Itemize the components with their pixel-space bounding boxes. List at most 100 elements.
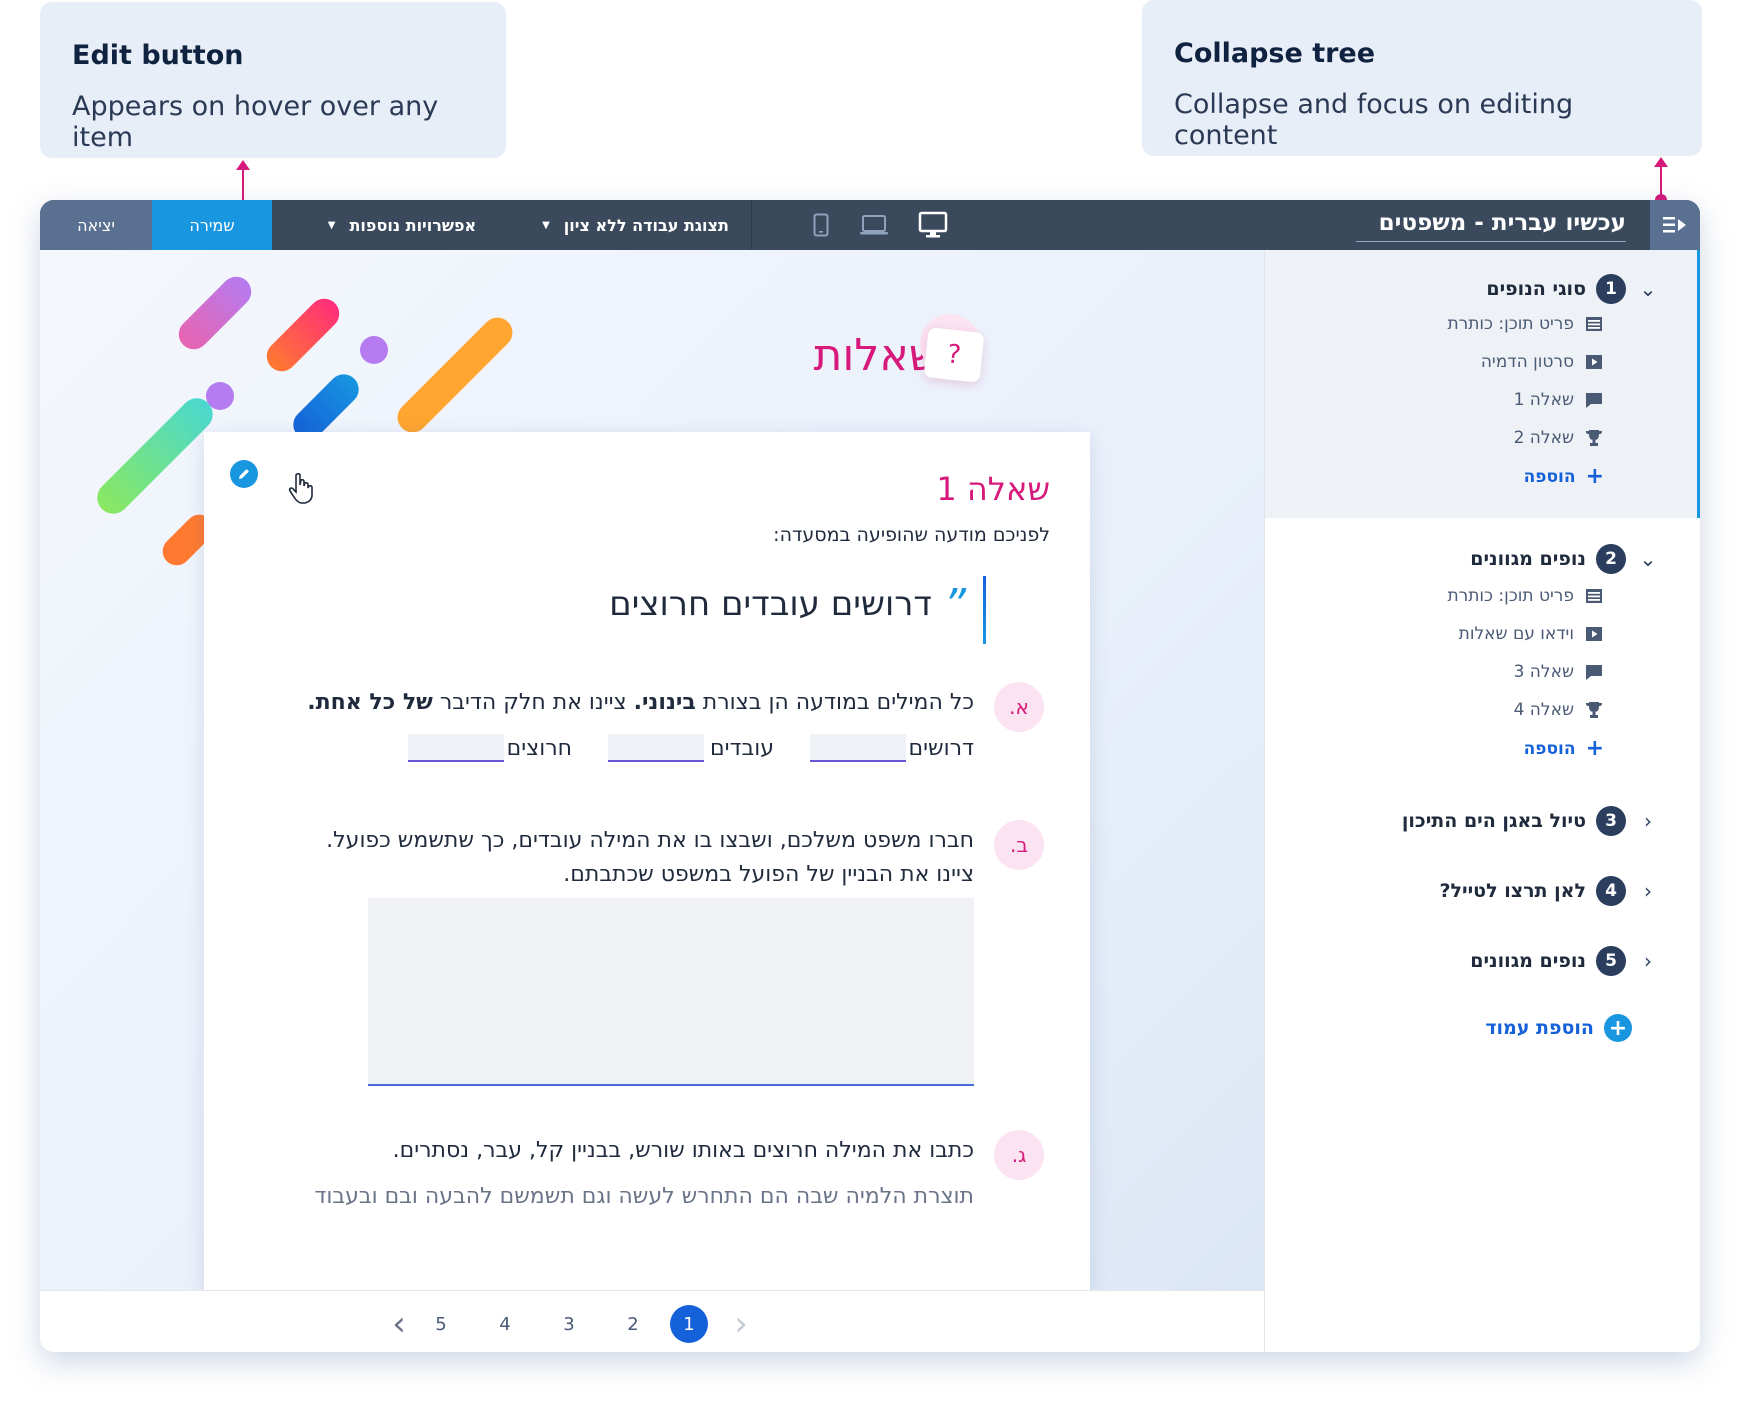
- chevron-down-icon[interactable]: ⌄: [1636, 547, 1660, 571]
- section-title: נופים מגוונים: [1470, 548, 1586, 570]
- tree-item[interactable]: שאלה 3: [1514, 662, 1604, 682]
- page-number[interactable]: 2: [614, 1305, 652, 1343]
- page-heading: שאלות: [813, 330, 941, 381]
- text-block-icon: [1584, 586, 1604, 606]
- answer-textarea[interactable]: [368, 898, 974, 1086]
- sub-question-text-part: כל המילים במודעה הן בצורת: [695, 690, 974, 715]
- page-number[interactable]: 3: [550, 1305, 588, 1343]
- question-mark-glyph: ?: [945, 339, 963, 371]
- edit-button[interactable]: [230, 460, 258, 488]
- desktop-icon[interactable]: [908, 200, 958, 250]
- tree-item[interactable]: וידאו עם שאלות: [1459, 624, 1604, 644]
- tree-section[interactable]: ‹ 4 לאן תרצו לטייל?: [1439, 876, 1660, 906]
- plus-circle-icon: +: [1604, 1014, 1632, 1042]
- tree-item-label: שאלה 2: [1513, 428, 1574, 448]
- question-title: שאלה 1: [936, 470, 1050, 508]
- sub-question-text: תוצרת הלמיה שבה הם התחרש לעשה וגם תשמשם …: [314, 1184, 974, 1209]
- tree-item-label: שאלה 1: [1513, 390, 1574, 410]
- save-label: שמירה: [189, 215, 235, 235]
- tree-section[interactable]: ‹ 5 נופים מגוונים: [1470, 946, 1660, 976]
- tree-item[interactable]: פריט תוכן: כותרת: [1447, 314, 1604, 334]
- tree-section[interactable]: ‹ 3 טיול באגן הים התיכון: [1402, 806, 1660, 836]
- view-mode-label: תצוגת עבודה ללא ציון: [563, 215, 729, 235]
- question-intro: לפניכם מודעה שהופיעה במסעדה:: [773, 524, 1050, 546]
- tree-item-label: פריט תוכן: כותרת: [1447, 314, 1574, 334]
- sub-question-badge: ב.: [994, 820, 1044, 870]
- caret-down-icon: ▼: [542, 219, 550, 231]
- decorative-dot: [360, 336, 388, 364]
- add-item-button[interactable]: + הוספה: [1524, 738, 1604, 760]
- tree-item[interactable]: סרטון הדמיה: [1481, 352, 1604, 372]
- question-mark-icon: ?: [923, 327, 985, 383]
- exit-label: יציאה: [77, 215, 115, 235]
- sub-question-badge: א.: [994, 682, 1044, 732]
- tree-item[interactable]: שאלה 2: [1514, 428, 1604, 448]
- answer-field[interactable]: [608, 734, 704, 762]
- more-options-label: אפשרויות נוספות: [349, 215, 477, 235]
- tree-item-label: וידאו עם שאלות: [1458, 624, 1574, 644]
- add-item-button[interactable]: + הוספה: [1524, 466, 1604, 488]
- callout-description: Collapse and focus on editing content: [1174, 89, 1574, 151]
- mobile-icon[interactable]: [804, 200, 838, 250]
- sub-question-bold-part: בינוני.: [633, 690, 696, 715]
- section-number: 2: [1596, 544, 1626, 574]
- trophy-icon: [1584, 428, 1604, 448]
- trophy-icon: [1584, 700, 1604, 720]
- question-card[interactable]: שאלה 1 לפניכם מודעה שהופיעה במסעדה: ” דר…: [204, 432, 1090, 1292]
- decorative-stroke: [90, 391, 220, 521]
- exit-button[interactable]: יציאה: [40, 200, 152, 250]
- section-number: 1: [1596, 274, 1626, 304]
- decorative-stroke: [260, 292, 346, 378]
- tree-item[interactable]: שאלה 1: [1514, 390, 1604, 410]
- tree-section[interactable]: ⌄ 2 נופים מגוונים: [1470, 544, 1660, 574]
- save-button[interactable]: שמירה: [152, 200, 272, 250]
- page-number-active[interactable]: 1: [670, 1305, 708, 1343]
- chevron-left-icon[interactable]: ‹: [1636, 879, 1660, 903]
- answer-field[interactable]: [810, 734, 906, 762]
- section-number: 3: [1596, 806, 1626, 836]
- word-label: דרושים: [908, 736, 974, 761]
- answer-field[interactable]: [408, 734, 504, 762]
- more-options-dropdown[interactable]: אפשרויות נוספות ▼: [302, 200, 502, 250]
- chevron-left-icon[interactable]: ‹: [1636, 809, 1660, 833]
- pencil-icon: [239, 469, 249, 479]
- sub-question-text: חברו משפט משלכם, ושבצו בו את המילה עובדי…: [326, 828, 974, 853]
- callout-title: Edit button: [72, 40, 244, 71]
- view-mode-dropdown[interactable]: תצוגת עבודה ללא ציון ▼: [520, 200, 752, 250]
- edit-button-callout: Edit button Appears on hover over any it…: [40, 2, 506, 158]
- collapse-tree-icon: [1663, 217, 1686, 233]
- tree-section[interactable]: ⌄ 1 סוגי הנופים: [1486, 274, 1660, 304]
- editor-window: יציאה שמירה אפשרויות נוספות ▼ תצוגת עבוד…: [40, 200, 1700, 1352]
- next-page-arrow[interactable]: ›: [722, 1304, 760, 1344]
- tree-item-label: סרטון הדמיה: [1480, 352, 1574, 372]
- document-title[interactable]: עכשיו עברית - משפטים: [1356, 208, 1626, 242]
- tree-item[interactable]: פריט תוכן: כותרת: [1447, 586, 1604, 606]
- plus-icon: +: [1585, 464, 1604, 489]
- laptop-icon[interactable]: [852, 200, 896, 250]
- word-label: חרוצים: [506, 736, 572, 761]
- sub-question-text-part: ציינו את חלק הדיבר: [432, 690, 634, 715]
- section-number: 5: [1596, 946, 1626, 976]
- add-page-button[interactable]: + הוספת עמוד: [1485, 1014, 1632, 1042]
- add-item-label: הוספה: [1523, 467, 1576, 487]
- sub-question-text: כל המילים במודעה הן בצורת בינוני. ציינו …: [307, 690, 974, 715]
- sub-question-text: כתבו את המילה חרוצים באותו שורש, בבניין …: [392, 1138, 974, 1163]
- content-tree-sidebar: ⌄ 1 סוגי הנופים פריט תוכן: כותרת סרטון ה…: [1264, 250, 1700, 1352]
- comment-icon: [1584, 390, 1604, 410]
- sub-question-bold-part: של כל אחת.: [307, 690, 433, 715]
- page-number[interactable]: 5: [422, 1305, 460, 1343]
- pagination: ‹ 5 4 3 2 1 ›: [40, 1290, 1264, 1352]
- tree-item[interactable]: שאלה 4: [1514, 700, 1604, 720]
- page-number[interactable]: 4: [486, 1305, 524, 1343]
- chevron-left-icon[interactable]: ‹: [1636, 949, 1660, 973]
- collapse-tree-button[interactable]: [1650, 200, 1700, 250]
- collapse-tree-callout: Collapse tree Collapse and focus on edit…: [1142, 0, 1702, 156]
- collapse-pointer-line: [1660, 165, 1662, 197]
- section-title: לאן תרצו לטייל?: [1439, 880, 1586, 902]
- section-title: טיול באגן הים התיכון: [1401, 810, 1586, 832]
- previous-page-arrow[interactable]: ‹: [380, 1304, 418, 1344]
- chevron-down-icon[interactable]: ⌄: [1636, 277, 1660, 301]
- tree-item-label: שאלה 3: [1513, 662, 1574, 682]
- add-page-label: הוספת עמוד: [1485, 1017, 1594, 1039]
- text-block-icon: [1584, 314, 1604, 334]
